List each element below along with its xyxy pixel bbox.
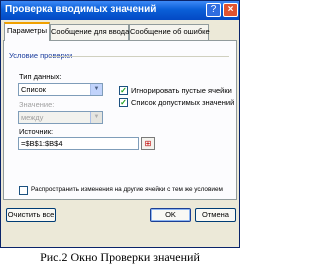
source-input[interactable]: =$B$1:$B$4 [18, 137, 139, 150]
chevron-down-icon[interactable]: ▼ [90, 84, 102, 95]
range-select-icon[interactable]: ⊞ [141, 137, 155, 150]
source-label: Источник: [19, 127, 54, 136]
ignore-blank-label: Игнорировать пустые ячейки [131, 86, 232, 95]
tab-parameters[interactable]: Параметры [4, 22, 50, 41]
clear-all-button[interactable]: Очистить все [6, 208, 56, 222]
data-validation-dialog: Проверка вводимых значений ? × Параметры… [0, 0, 240, 248]
value-label: Значение: [19, 100, 55, 109]
in-cell-dropdown-checkbox[interactable]: ✓ [119, 98, 128, 107]
value-select: между ▼ [18, 111, 103, 124]
ignore-blank-checkbox[interactable]: ✓ [119, 86, 128, 95]
tab-input-message[interactable]: Сообщение для ввода [50, 24, 129, 40]
window-title: Проверка вводимых значений [5, 4, 157, 15]
tab-error-alert[interactable]: Сообщение об ошибке [129, 24, 210, 40]
group-divider [49, 56, 229, 57]
data-type-select[interactable]: Список ▼ [18, 83, 103, 96]
ok-button[interactable]: OK [150, 208, 191, 222]
figure-caption: Рис.2 Окно Проверки значений [40, 250, 200, 264]
in-cell-dropdown-label: Список допустимых значений [131, 98, 235, 107]
help-button[interactable]: ? [206, 3, 221, 17]
title-bar: Проверка вводимых значений [1, 1, 239, 20]
cancel-button[interactable]: Отмена [195, 208, 236, 222]
apply-all-label: Распространить изменения на другие ячейк… [31, 186, 223, 193]
apply-all-checkbox[interactable] [19, 186, 28, 195]
value-value: между [21, 113, 44, 122]
data-type-label: Тип данных: [19, 72, 62, 81]
close-button[interactable]: × [223, 3, 238, 17]
chevron-down-icon: ▼ [90, 112, 102, 123]
data-type-value: Список [21, 85, 46, 94]
